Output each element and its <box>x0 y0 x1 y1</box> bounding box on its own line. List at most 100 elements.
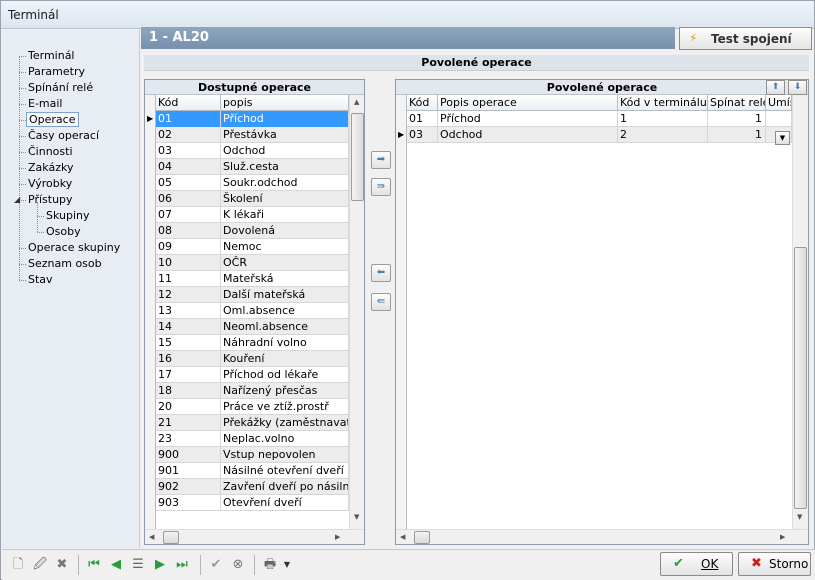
cell-description: Práce ve ztíž.prostř <box>221 399 349 415</box>
scroll-left-arrow-icon[interactable]: ◀ <box>149 533 154 541</box>
move-up-button[interactable]: ⬆ <box>766 80 785 95</box>
table-row[interactable]: 09 Nemoc <box>156 239 349 255</box>
available-vertical-scrollbar[interactable]: ▲ ▼ <box>349 95 364 529</box>
scroll-left-arrow-icon[interactable]: ◀ <box>400 533 405 541</box>
cell-description: Otevření dveří <box>221 495 349 511</box>
allowed-vertical-scrollbar[interactable]: ▼ <box>792 95 808 529</box>
table-row[interactable]: 03 Odchod 2 1 <box>407 127 792 143</box>
cell-description: Příchod <box>221 111 349 127</box>
title-bar: Terminál <box>1 1 814 29</box>
print-icon[interactable]: 🖶 <box>262 557 278 573</box>
scroll-right-arrow-icon[interactable]: ▶ <box>780 533 785 541</box>
table-row[interactable]: 21Překážky (zaměstnavatel) <box>156 415 349 431</box>
table-row[interactable]: 01 Příchod 1 1 <box>407 111 792 127</box>
table-row[interactable]: 05 Soukr.odchod <box>156 175 349 191</box>
column-header-description[interactable]: popis <box>221 95 349 111</box>
window-title: Terminál <box>8 8 59 22</box>
tree-item-zakázky[interactable]: Zakázky <box>26 160 75 176</box>
last-record-icon[interactable]: ⏭ <box>174 557 190 573</box>
table-row[interactable]: 901 Násilné otevření dveří <box>156 463 349 479</box>
tree-item-osoby[interactable]: Osoby <box>44 224 83 240</box>
add-selected-button[interactable]: ➡ <box>371 151 391 169</box>
table-row[interactable]: 16 Kouření <box>156 351 349 367</box>
table-row[interactable]: 20 Práce ve ztíž.prostř <box>156 399 349 415</box>
tree-item-činnosti[interactable]: Činnosti <box>26 144 75 160</box>
table-row[interactable]: 15 Náhradní volno <box>156 335 349 351</box>
table-row[interactable]: 903 Otevření dveří <box>156 495 349 511</box>
column-header-switch-relay[interactable]: Spínat relé <box>708 95 766 111</box>
tree-item-parametry[interactable]: Parametry <box>26 64 87 80</box>
available-operations-grid[interactable]: Dostupné operace Kód popis 01 Příchod ▶ 02 P… <box>144 79 365 545</box>
add-all-button[interactable]: ⇛ <box>371 178 391 196</box>
allowed-horizontal-scrollbar[interactable]: ◀ ▶ <box>396 529 808 544</box>
table-row[interactable]: 18 Nařízený přesčas <box>156 383 349 399</box>
tree-item-časy-operací[interactable]: Časy operací <box>26 128 101 144</box>
tree-item-spínání-relé[interactable]: Spínání relé <box>26 80 95 96</box>
table-row[interactable]: 02 Přestávka <box>156 127 349 143</box>
previous-record-icon[interactable]: ◀ <box>108 557 124 573</box>
ok-button[interactable]: ✔ OK <box>660 552 733 576</box>
table-row[interactable]: 902Zavření dveří po násilném <box>156 479 349 495</box>
placement-dropdown-button[interactable]: ▼ <box>775 131 790 145</box>
cell-operation-description: Odchod <box>438 127 618 143</box>
remove-all-button[interactable]: ⇚ <box>371 293 391 311</box>
hscrollbar-thumb[interactable] <box>163 531 179 544</box>
table-row[interactable]: 11 Mateřská <box>156 271 349 287</box>
tree-item-operace[interactable]: Operace <box>26 112 79 128</box>
tree-item-terminál[interactable]: Terminál <box>26 48 77 64</box>
move-down-button[interactable]: ⬇ <box>788 80 807 95</box>
scroll-down-arrow-icon[interactable]: ▼ <box>797 513 802 521</box>
table-row[interactable]: 23 Neplac.volno <box>156 431 349 447</box>
hscrollbar-thumb[interactable] <box>414 531 430 544</box>
tree-item-seznam-osob[interactable]: Seznam osob <box>26 256 104 272</box>
next-record-icon[interactable]: ▶ <box>152 557 168 573</box>
table-row[interactable]: 04 Služ.cesta <box>156 159 349 175</box>
column-header-code[interactable]: Kód <box>156 95 221 111</box>
tree-expander-icon[interactable]: ◢ <box>14 195 20 204</box>
allowed-operations-grid[interactable]: Povolené operace Kód Popis operace Kód v… <box>395 79 809 545</box>
cancel-icon[interactable]: ⊗ <box>230 557 246 573</box>
table-row[interactable]: 14 Neoml.absence <box>156 319 349 335</box>
table-row[interactable]: 06 Školení <box>156 191 349 207</box>
tree-item-skupiny[interactable]: Skupiny <box>44 208 92 224</box>
table-row[interactable]: 03 Odchod <box>156 143 349 159</box>
arrow-down-icon: ⬇ <box>793 82 802 92</box>
table-row[interactable]: 01 Příchod <box>156 111 349 127</box>
cell-code: 14 <box>156 319 221 335</box>
cell-description: Soukr.odchod <box>221 175 349 191</box>
tree-item-operace-skupiny[interactable]: Operace skupiny <box>26 240 122 256</box>
tree-item-label: Parametry <box>28 65 85 78</box>
scrollbar-thumb[interactable] <box>351 113 364 201</box>
table-row[interactable]: 08 Dovolená <box>156 223 349 239</box>
first-record-icon[interactable]: ⏮ <box>86 557 102 573</box>
table-row[interactable]: 900 Vstup nepovolen <box>156 447 349 463</box>
cancel-button[interactable]: ✖ Storno <box>738 552 811 576</box>
table-row[interactable]: 13 Oml.absence <box>156 303 349 319</box>
confirm-icon[interactable]: ✔ <box>208 557 224 573</box>
table-row[interactable]: 07 K lékaři <box>156 207 349 223</box>
scrollbar-thumb[interactable] <box>794 247 807 509</box>
find-record-icon[interactable]: ☰ <box>130 557 146 573</box>
column-header-code[interactable]: Kód <box>407 95 438 111</box>
tree-item-výrobky[interactable]: Výrobky <box>26 176 74 192</box>
scroll-down-arrow-icon[interactable]: ▼ <box>354 513 359 521</box>
column-header-terminal-code[interactable]: Kód v terminálu <box>618 95 708 111</box>
scroll-up-arrow-icon[interactable]: ▲ <box>354 98 359 106</box>
remove-selected-button[interactable]: ⬅ <box>371 264 391 282</box>
table-row[interactable]: 17 Příchod od lékaře <box>156 367 349 383</box>
edit-record-icon[interactable]: 🖉 <box>32 557 48 573</box>
new-record-icon[interactable]: 🗋 <box>10 557 26 573</box>
column-header-operation-description[interactable]: Popis operace <box>438 95 618 111</box>
table-row[interactable]: 12 Další mateřská <box>156 287 349 303</box>
cell-placement[interactable] <box>766 111 792 127</box>
available-horizontal-scrollbar[interactable]: ◀ ▶ <box>145 529 364 544</box>
tree-item-e-mail[interactable]: E-mail <box>26 96 65 112</box>
tree-item-stav[interactable]: Stav <box>26 272 55 288</box>
column-header-placement[interactable]: Umís <box>766 95 792 111</box>
test-connection-button[interactable]: ⚡ Test spojení <box>679 27 812 50</box>
print-dropdown-chevron-icon[interactable]: ▼ <box>282 557 292 573</box>
scroll-right-arrow-icon[interactable]: ▶ <box>335 533 340 541</box>
tree-item-přístupy[interactable]: Přístupy <box>26 192 75 208</box>
table-row[interactable]: 10 OČR <box>156 255 349 271</box>
delete-record-icon[interactable]: ✖ <box>54 557 70 573</box>
